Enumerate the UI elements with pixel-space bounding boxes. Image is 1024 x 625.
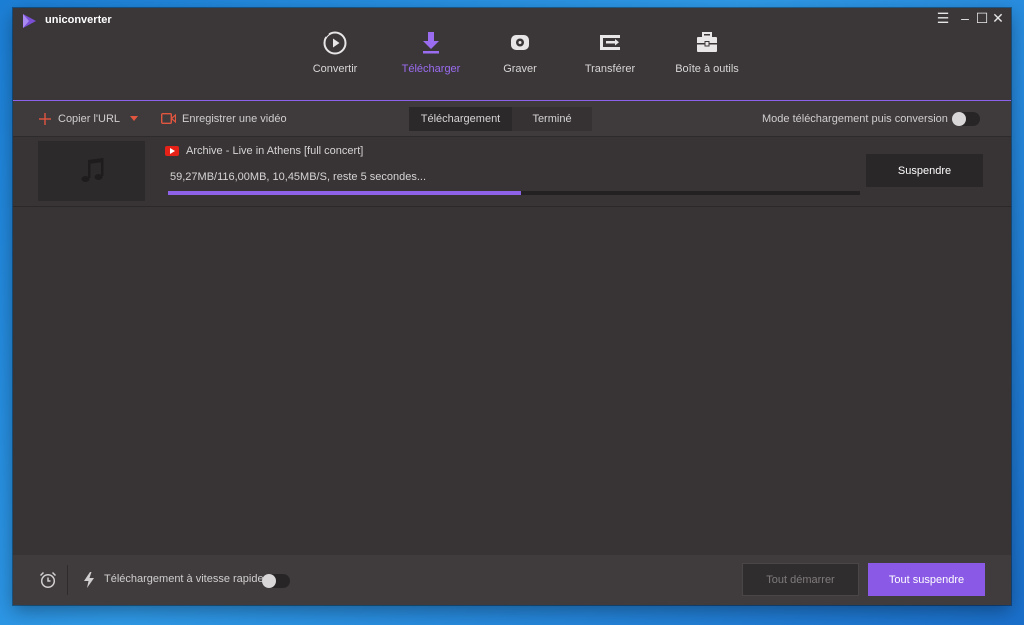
nav-label: Télécharger xyxy=(401,63,461,75)
nav-telecharger[interactable]: Télécharger xyxy=(383,30,479,102)
fast-download-label: Téléchargement à vitesse rapide xyxy=(104,573,264,585)
download-toolbar: Copier l'URL Enregistrer une vidéo Téléc… xyxy=(13,101,1011,137)
footer-separator xyxy=(67,565,68,595)
progress-fill xyxy=(168,191,521,195)
plus-icon xyxy=(39,112,51,125)
transfer-icon xyxy=(600,35,620,50)
toolbox-icon xyxy=(697,32,717,52)
nav-convertir[interactable]: Convertir xyxy=(287,30,383,101)
record-video-button[interactable]: Enregistrer une vidéo xyxy=(161,101,287,136)
camera-icon xyxy=(161,113,176,124)
progress-bar xyxy=(168,191,860,195)
app-logo-icon xyxy=(23,14,36,28)
app-window: uniconverter ☰ – ☐ ✕ Convertir Télécharg… xyxy=(13,8,1011,605)
toggle-knob xyxy=(262,574,276,588)
fast-download-toggle[interactable] xyxy=(262,574,290,588)
start-all-button[interactable]: Tout démarrer xyxy=(742,563,859,596)
nav-label: Convertir xyxy=(312,63,358,75)
mode-label: Mode téléchargement puis conversion xyxy=(762,112,948,125)
copy-url-label: Copier l'URL xyxy=(58,112,121,125)
nav-transferer[interactable]: Transférer xyxy=(562,30,658,101)
lightning-icon xyxy=(84,572,94,588)
record-video-label: Enregistrer une vidéo xyxy=(182,112,287,125)
copy-url-button[interactable]: Copier l'URL xyxy=(39,101,139,136)
alarm-clock-icon[interactable] xyxy=(39,571,57,589)
nav-label: Graver xyxy=(503,63,537,75)
suspend-button[interactable]: Suspendre xyxy=(866,154,983,187)
download-icon xyxy=(423,32,439,54)
pause-all-button[interactable]: Tout suspendre xyxy=(868,563,985,596)
convert-icon xyxy=(323,31,347,55)
download-list-empty-area xyxy=(13,207,1011,555)
nav-graver[interactable]: Graver xyxy=(472,30,568,101)
footer: Téléchargement à vitesse rapide Tout dém… xyxy=(13,555,1011,605)
download-status: 59,27MB/116,00MB, 10,45MB/S, reste 5 sec… xyxy=(170,171,426,183)
tab-finished[interactable]: Terminé xyxy=(512,107,592,131)
download-item: Archive - Live in Athens [full concert] … xyxy=(13,137,1011,207)
app-title: uniconverter xyxy=(45,14,112,26)
mode-toggle[interactable] xyxy=(952,112,980,126)
music-note-icon xyxy=(81,158,103,182)
nav-label: Transférer xyxy=(584,63,636,75)
burn-disc-icon xyxy=(511,35,529,50)
tab-downloading[interactable]: Téléchargement xyxy=(409,107,512,131)
youtube-icon xyxy=(165,146,179,156)
close-button[interactable]: ✕ xyxy=(990,10,1006,26)
chevron-down-icon[interactable] xyxy=(130,116,139,121)
maximize-button[interactable]: ☐ xyxy=(974,10,990,26)
header: uniconverter ☰ – ☐ ✕ Convertir Télécharg… xyxy=(13,8,1011,102)
nav-boite-a-outils[interactable]: Boîte à outils xyxy=(659,30,755,101)
nav-label: Boîte à outils xyxy=(675,63,739,75)
toggle-knob xyxy=(952,112,966,126)
thumbnail xyxy=(38,141,145,201)
minimize-button[interactable]: – xyxy=(957,10,973,26)
download-title: Archive - Live in Athens [full concert] xyxy=(186,145,364,157)
menu-icon[interactable]: ☰ xyxy=(935,10,951,26)
